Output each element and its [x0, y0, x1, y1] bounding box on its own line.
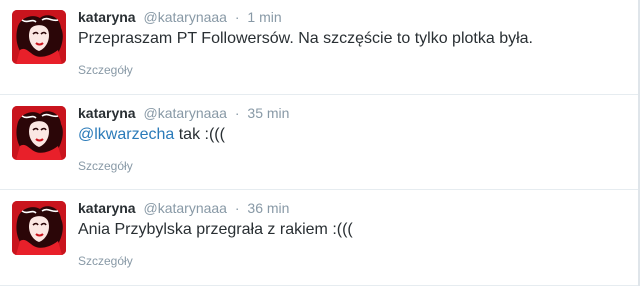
tweet-header: kataryna @katarynaaa · 1 min: [78, 8, 282, 26]
details-link[interactable]: Szczegóły: [78, 62, 133, 78]
separator-dot: ·: [234, 200, 240, 216]
divider: [0, 94, 640, 95]
details-link[interactable]: Szczegóły: [78, 253, 133, 269]
author-username[interactable]: @katarynaaa: [143, 200, 226, 216]
divider: [0, 189, 640, 190]
details-link[interactable]: Szczegóły: [78, 158, 133, 174]
tweet-header: kataryna @katarynaaa · 36 min: [78, 199, 289, 217]
author-fullname[interactable]: kataryna: [78, 200, 136, 216]
author-username[interactable]: @katarynaaa: [143, 105, 226, 121]
tweet-feed: kataryna @katarynaaa · 1 min Przepraszam…: [0, 0, 640, 286]
tweet-timestamp[interactable]: 36 min: [247, 200, 289, 216]
mention-link[interactable]: @lkwarzecha: [78, 126, 174, 143]
tweet-text: Ania Przybylska przegrała z rakiem :(((: [78, 221, 353, 238]
tweet-item[interactable]: kataryna @katarynaaa · 1 min Przepraszam…: [0, 0, 640, 95]
separator-dot: ·: [234, 105, 240, 121]
tweet-text-body: tak :(((: [174, 126, 225, 143]
author-fullname[interactable]: kataryna: [78, 105, 136, 121]
tweet-item[interactable]: kataryna @katarynaaa · 35 min @lkwarzech…: [0, 96, 640, 191]
tweet-timestamp[interactable]: 1 min: [247, 9, 281, 25]
user-avatar-icon[interactable]: [12, 201, 66, 255]
user-avatar-icon[interactable]: [12, 10, 66, 64]
tweet-header: kataryna @katarynaaa · 35 min: [78, 104, 289, 122]
tweet-timestamp[interactable]: 35 min: [247, 105, 289, 121]
separator-dot: ·: [234, 9, 240, 25]
tweet-text: Przepraszam PT Followersów. Na szczęście…: [78, 30, 533, 47]
user-avatar-icon[interactable]: [12, 106, 66, 160]
author-username[interactable]: @katarynaaa: [143, 9, 226, 25]
tweet-item[interactable]: kataryna @katarynaaa · 36 min Ania Przyb…: [0, 191, 640, 286]
tweet-text: @lkwarzecha tak :(((: [78, 124, 225, 146]
author-fullname[interactable]: kataryna: [78, 9, 136, 25]
